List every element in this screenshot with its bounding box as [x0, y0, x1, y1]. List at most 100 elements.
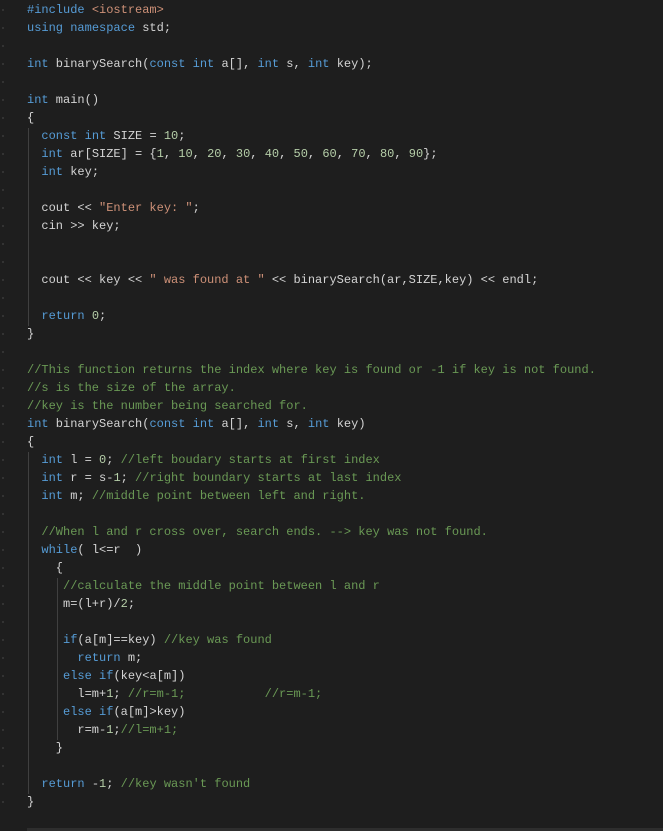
code-line[interactable]: m=(l+r)/2;	[0, 595, 663, 613]
code-line[interactable]: {	[0, 433, 663, 451]
code-token: (a[m]==key)	[77, 633, 164, 647]
code-token: ,	[192, 147, 208, 161]
code-line[interactable]: else if(key<a[m])	[0, 667, 663, 685]
gutter-marker	[2, 423, 4, 425]
code-token: ,	[394, 147, 409, 161]
code-line[interactable]: return -1; //key wasn't found	[0, 775, 663, 793]
code-line[interactable]: {	[0, 109, 663, 127]
code-line[interactable]: int binarySearch(const int a[], int s, i…	[0, 55, 663, 73]
gutter-marker	[2, 189, 4, 191]
gutter-marker	[2, 567, 4, 569]
code-line[interactable]	[0, 757, 663, 775]
code-line[interactable]: {	[0, 559, 663, 577]
code-line[interactable]: }	[0, 793, 663, 811]
code-line[interactable]: r=m-1;//l=m+1;	[0, 721, 663, 739]
code-line[interactable]: cin >> key;	[0, 217, 663, 235]
code-line[interactable]	[0, 253, 663, 271]
gutter-marker	[2, 747, 4, 749]
gutter-marker	[2, 405, 4, 407]
code-line[interactable]: cout << "Enter key: ";	[0, 199, 663, 217]
comment-token: //key wasn't found	[120, 777, 251, 791]
code-token: -	[84, 777, 100, 791]
code-line[interactable]	[0, 505, 663, 523]
gutter-marker	[2, 657, 4, 659]
code-line[interactable]: //This function returns the index where …	[0, 361, 663, 379]
keyword-token: int	[27, 57, 49, 71]
code-token: (key<a[m])	[113, 669, 186, 683]
code-line[interactable]	[0, 73, 663, 91]
code-line[interactable]	[0, 235, 663, 253]
code-token: ,	[221, 147, 236, 161]
code-token: ,	[307, 147, 323, 161]
code-token: ,	[279, 147, 294, 161]
keyword-token: while	[41, 543, 78, 557]
code-line[interactable]: int r = s-1; //right boundary starts at …	[0, 469, 663, 487]
keyword-token: int	[41, 489, 64, 503]
code-token: ,	[163, 147, 179, 161]
code-line[interactable]: int key;	[0, 163, 663, 181]
code-line[interactable]: return 0;	[0, 307, 663, 325]
code-line[interactable]	[0, 289, 663, 307]
code-line[interactable]	[0, 181, 663, 199]
code-line[interactable]: l=m+1; //r=m-1; //r=m-1;	[0, 685, 663, 703]
code-token: {	[27, 435, 35, 449]
keyword-token: int	[84, 129, 107, 143]
code-line[interactable]: int main()	[0, 91, 663, 109]
code-token: ,	[336, 147, 352, 161]
code-token: };	[423, 147, 438, 161]
code-line[interactable]: using namespace std;	[0, 19, 663, 37]
gutter-marker	[2, 729, 4, 731]
number-token: 80	[379, 147, 395, 161]
code-editor[interactable]: #include <iostream> using namespace std; i…	[0, 1, 663, 811]
code-line[interactable]: int m; //middle point between left and r…	[0, 487, 663, 505]
code-line[interactable]: while( l<=r )	[0, 541, 663, 559]
indent-guide-main	[28, 128, 29, 326]
code-line[interactable]: cout << key << " was found at " << binar…	[0, 271, 663, 289]
code-token: cout << key <<	[27, 273, 150, 287]
code-line[interactable]	[0, 37, 663, 55]
code-line[interactable]	[0, 343, 663, 361]
gutter-marker	[2, 513, 4, 515]
code-token: s,	[279, 417, 308, 431]
comment-token: //middle point between left and right.	[91, 489, 366, 503]
code-token: ;	[120, 471, 136, 485]
code-line[interactable]: const int SIZE = 10;	[0, 127, 663, 145]
keyword-token: const	[149, 57, 186, 71]
gutter-marker	[2, 153, 4, 155]
keyword-token: namespace	[70, 21, 136, 35]
code-line[interactable]: int binarySearch(const int a[], int s, i…	[0, 415, 663, 433]
code-line[interactable]: }	[0, 739, 663, 757]
keyword-token: int	[41, 471, 64, 485]
code-line[interactable]: #include <iostream>	[0, 1, 663, 19]
gutter-marker	[2, 369, 4, 371]
code-line[interactable]: //When l and r cross over, search ends. …	[0, 523, 663, 541]
number-token: 40	[264, 147, 280, 161]
code-line[interactable]	[0, 613, 663, 631]
gutter-marker	[2, 801, 4, 803]
code-line[interactable]: int l = 0; //left boudary starts at firs…	[0, 451, 663, 469]
gutter-marker	[2, 207, 4, 209]
code-line[interactable]: //key is the number being searched for.	[0, 397, 663, 415]
code-line[interactable]: //calculate the middle point between l a…	[0, 577, 663, 595]
code-line[interactable]: else if(a[m]>key)	[0, 703, 663, 721]
code-line[interactable]: if(a[m]==key) //key was found	[0, 631, 663, 649]
code-line[interactable]: //s is the size of the array.	[0, 379, 663, 397]
number-token: 10	[163, 129, 179, 143]
keyword-token: int	[307, 417, 330, 431]
number-token: 50	[293, 147, 308, 161]
code-token: }	[27, 327, 35, 341]
comment-token: //right boundary starts at last index	[135, 471, 402, 485]
code-line[interactable]: }	[0, 325, 663, 343]
comment-token: //l=m+1;	[120, 723, 179, 737]
code-line[interactable]: return m;	[0, 649, 663, 667]
gutter-marker	[2, 477, 4, 479]
gutter-marker	[2, 495, 4, 497]
code-line[interactable]: int ar[SIZE] = {1, 10, 20, 30, 40, 50, 6…	[0, 145, 663, 163]
gutter-marker	[2, 333, 4, 335]
